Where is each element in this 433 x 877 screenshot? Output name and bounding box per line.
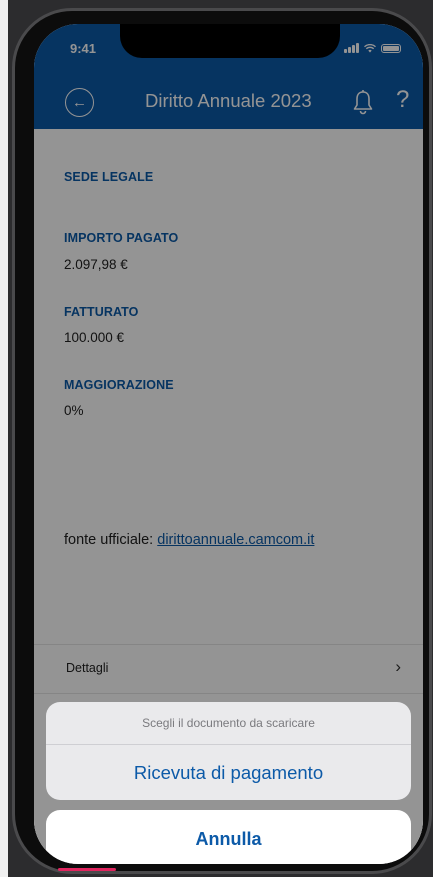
receipt-option-button[interactable]: Ricevuta di pagamento	[46, 745, 411, 800]
action-sheet: Scegli il documento da scaricare Ricevut…	[46, 702, 411, 800]
phone-frame: 9:41 ← Diritto Annuale 2023 ? SEDE LEGAL…	[12, 8, 432, 874]
action-sheet-title: Scegli il documento da scaricare	[46, 702, 411, 745]
cancel-button[interactable]: Annulla	[46, 810, 411, 864]
home-indicator	[58, 868, 116, 871]
screen: 9:41 ← Diritto Annuale 2023 ? SEDE LEGAL…	[34, 24, 423, 864]
